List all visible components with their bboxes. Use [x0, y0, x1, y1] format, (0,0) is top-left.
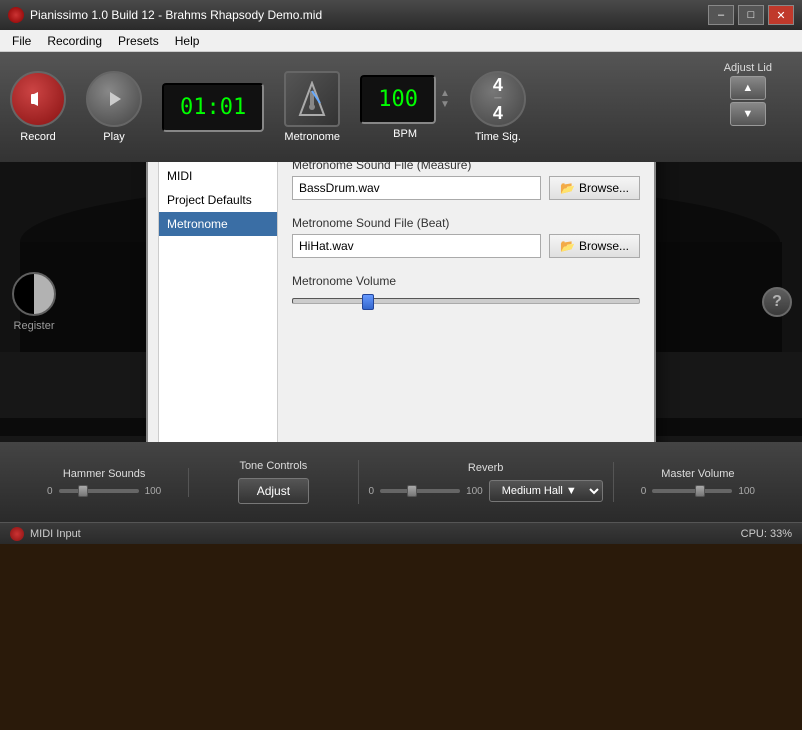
toolbar: Record Play 01:01 Metronome 100 ▲ ▼: [0, 52, 802, 162]
measure-section: Metronome Sound File (Measure) 📂 Browse.…: [292, 162, 640, 200]
bpm-group: 100 ▲ ▼ BPM: [360, 75, 450, 140]
dialog-overlay: Mixcraft Preferences ✕ Sound Device Gene…: [0, 162, 802, 442]
bottom-controls: Hammer Sounds 0 100 Tone Controls Adjust…: [0, 442, 802, 522]
beat-browse-button[interactable]: 📂 Browse...: [549, 234, 640, 258]
titlebar: Pianissimo 1.0 Build 12 - Brahms Rhapsod…: [0, 0, 802, 30]
pref-midi[interactable]: MIDI: [159, 164, 277, 188]
measure-label: Metronome Sound File (Measure): [292, 162, 640, 172]
time-display-group: 01:01: [162, 83, 264, 132]
browse-icon-1: 📂: [560, 181, 575, 195]
window-controls: – □ ✕: [708, 5, 794, 25]
record-label: Record: [20, 131, 55, 143]
reverb-section: Reverb 0 100 Medium Hall ▼: [359, 462, 614, 502]
master-volume-section: Master Volume 0 100: [614, 468, 782, 497]
master-min: 0: [641, 486, 647, 497]
preferences-sidebar: Sound Device General MIDI Project Defaul…: [158, 162, 278, 442]
reverb-slider-row: 0 100 Medium Hall ▼: [369, 480, 603, 502]
measure-file-row: 📂 Browse...: [292, 176, 640, 200]
metronome-icon: [284, 71, 340, 127]
lid-up-button[interactable]: ▲: [730, 76, 766, 100]
menu-recording[interactable]: Recording: [39, 30, 110, 51]
record-icon: [10, 71, 66, 127]
metronome-label: Metronome: [284, 131, 340, 143]
reverb-min: 0: [369, 486, 375, 497]
pref-metronome[interactable]: Metronome: [159, 212, 277, 236]
volume-section: Metronome Volume: [292, 274, 640, 304]
measure-file-input[interactable]: [292, 176, 541, 200]
reverb-label: Reverb: [468, 462, 503, 474]
time-display: 01:01: [162, 83, 264, 132]
timesig-display: 4 ─ 4: [470, 71, 526, 127]
play-label: Play: [103, 131, 124, 143]
menu-file[interactable]: File: [4, 30, 39, 51]
timesig-group: 4 ─ 4 Time Sig.: [470, 71, 526, 143]
midi-label: MIDI Input: [30, 528, 81, 540]
hammer-min: 0: [47, 486, 53, 497]
play-button[interactable]: Play: [86, 71, 142, 143]
master-max: 100: [738, 486, 755, 497]
maximize-button[interactable]: □: [738, 5, 764, 25]
bpm-arrows[interactable]: ▲ ▼: [440, 88, 450, 110]
hammer-slider[interactable]: [59, 489, 139, 493]
reverb-slider-thumb[interactable]: [407, 485, 417, 497]
browse-icon-2: 📂: [560, 239, 575, 253]
tone-label: Tone Controls: [239, 460, 307, 472]
bpm-down-arrow[interactable]: ▼: [440, 99, 450, 110]
record-button[interactable]: Record: [10, 71, 66, 143]
midi-indicator-icon: [10, 527, 24, 541]
measure-browse-button[interactable]: 📂 Browse...: [549, 176, 640, 200]
tone-controls-section: Tone Controls Adjust: [189, 460, 358, 504]
window-title: Pianissimo 1.0 Build 12 - Brahms Rhapsod…: [30, 8, 708, 22]
piano-area: Register ? You have 14 days left in your…: [0, 162, 802, 442]
adjust-lid-label: Adjust Lid: [724, 62, 772, 74]
hammer-slider-thumb[interactable]: [78, 485, 88, 497]
beat-file-input[interactable]: [292, 234, 541, 258]
volume-slider-track[interactable]: [292, 298, 640, 304]
midi-status: MIDI Input: [10, 527, 81, 541]
lid-down-button[interactable]: ▼: [730, 102, 766, 126]
menu-presets[interactable]: Presets: [110, 30, 167, 51]
hammer-sounds-section: Hammer Sounds 0 100: [20, 468, 189, 497]
play-icon: [86, 71, 142, 127]
menu-help[interactable]: Help: [167, 30, 208, 51]
master-slider-thumb[interactable]: [695, 485, 705, 497]
hammer-label: Hammer Sounds: [63, 468, 146, 480]
reverb-select[interactable]: Medium Hall ▼: [489, 480, 603, 502]
preferences-dialog: Mixcraft Preferences ✕ Sound Device Gene…: [146, 162, 656, 442]
cpu-usage: CPU: 33%: [741, 528, 792, 540]
beat-label: Metronome Sound File (Beat): [292, 216, 640, 230]
dialog-content-area: Metronome Metronome Sound File (Measure)…: [288, 162, 644, 442]
timesig-top: 4: [493, 76, 503, 94]
hammer-max: 100: [145, 486, 162, 497]
reverb-max: 100: [466, 486, 483, 497]
volume-slider-thumb[interactable]: [362, 294, 374, 310]
bpm-up-arrow[interactable]: ▲: [440, 88, 450, 99]
tone-adjust-button[interactable]: Adjust: [238, 478, 309, 504]
hammer-slider-row: 0 100: [47, 486, 161, 497]
master-slider-row: 0 100: [641, 486, 755, 497]
dialog-body: Sound Device General MIDI Project Defaul…: [148, 162, 654, 442]
menubar: File Recording Presets Help: [0, 30, 802, 52]
master-label: Master Volume: [661, 468, 734, 480]
timesig-label: Time Sig.: [475, 131, 521, 143]
adjust-lid-control: Adjust Lid ▲ ▼: [724, 62, 772, 126]
bpm-display: 100: [360, 75, 436, 124]
beat-section: Metronome Sound File (Beat) 📂 Browse...: [292, 216, 640, 258]
metronome-button[interactable]: Metronome: [284, 71, 340, 143]
reverb-slider[interactable]: [380, 489, 460, 493]
close-button[interactable]: ✕: [768, 5, 794, 25]
minimize-button[interactable]: –: [708, 5, 734, 25]
app-icon: [8, 7, 24, 23]
volume-label: Metronome Volume: [292, 274, 640, 288]
timesig-bottom: 4: [493, 104, 503, 122]
beat-file-row: 📂 Browse...: [292, 234, 640, 258]
bpm-label: BPM: [393, 128, 417, 140]
pref-project-defaults[interactable]: Project Defaults: [159, 188, 277, 212]
master-slider[interactable]: [652, 489, 732, 493]
statusbar: MIDI Input CPU: 33%: [0, 522, 802, 544]
